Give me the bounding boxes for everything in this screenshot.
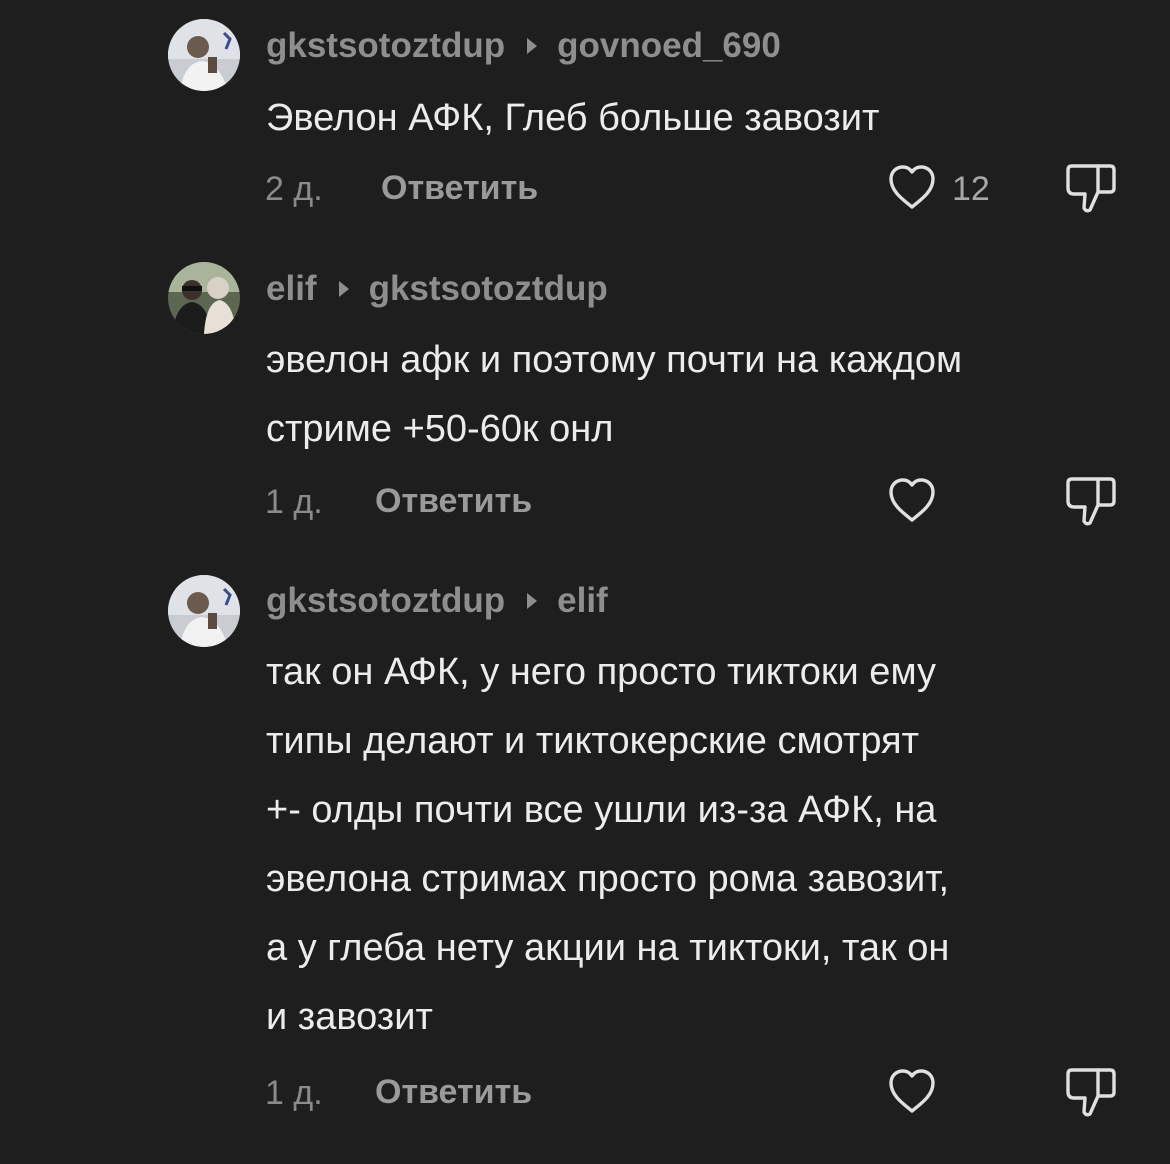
like-count: 12 [952,170,990,208]
heart-icon[interactable] [886,1066,938,1118]
reply-button[interactable]: Ответить [375,1073,532,1112]
caret-right-icon [338,281,349,297]
avatar[interactable] [168,19,240,91]
reply-to-name[interactable]: gkstsotoztdup [369,269,608,309]
reply-to-name[interactable]: govnoed_690 [557,26,781,66]
thumbs-down-icon[interactable] [1062,473,1120,529]
author-name[interactable]: gkstsotoztdup [266,26,505,66]
timestamp: 1 д. [265,1074,323,1112]
avatar[interactable] [168,262,240,334]
comment-text: Эвелон АФК, Глеб больше завозит [266,97,880,139]
avatar[interactable] [168,575,240,647]
comment-header: gkstsotoztdup govnoed_690 [266,24,781,68]
comment-header: gkstsotoztdup elif [266,579,608,623]
user-avatar-image [168,262,240,334]
comment-text: эвелон афк и поэтому почти на каждом стр… [266,339,963,450]
heart-icon[interactable] [886,162,938,214]
comment-actions: 1 д. Ответить [0,473,1170,529]
user-avatar-image [168,575,240,647]
comment-text: так он АФК, у него просто тиктоки ему ти… [266,651,950,1038]
timestamp: 2 д. [265,170,323,208]
heart-icon[interactable] [886,475,938,527]
timestamp: 1 д. [265,483,323,521]
author-name[interactable]: elif [266,269,317,309]
thumbs-down-icon[interactable] [1062,1064,1120,1120]
author-name[interactable]: gkstsotoztdup [266,581,505,621]
caret-right-icon [527,593,538,609]
comment-actions: 2 д. Ответить 12 [0,160,1170,216]
reply-button[interactable]: Ответить [381,169,538,208]
reply-to-name[interactable]: elif [557,581,608,621]
comment-actions: 1 д. Ответить [0,1064,1170,1120]
comment-header: elif gkstsotoztdup [266,267,608,311]
caret-right-icon [527,38,538,54]
thumbs-down-icon[interactable] [1062,160,1120,216]
user-avatar-image [168,19,240,91]
reply-button[interactable]: Ответить [375,482,532,521]
